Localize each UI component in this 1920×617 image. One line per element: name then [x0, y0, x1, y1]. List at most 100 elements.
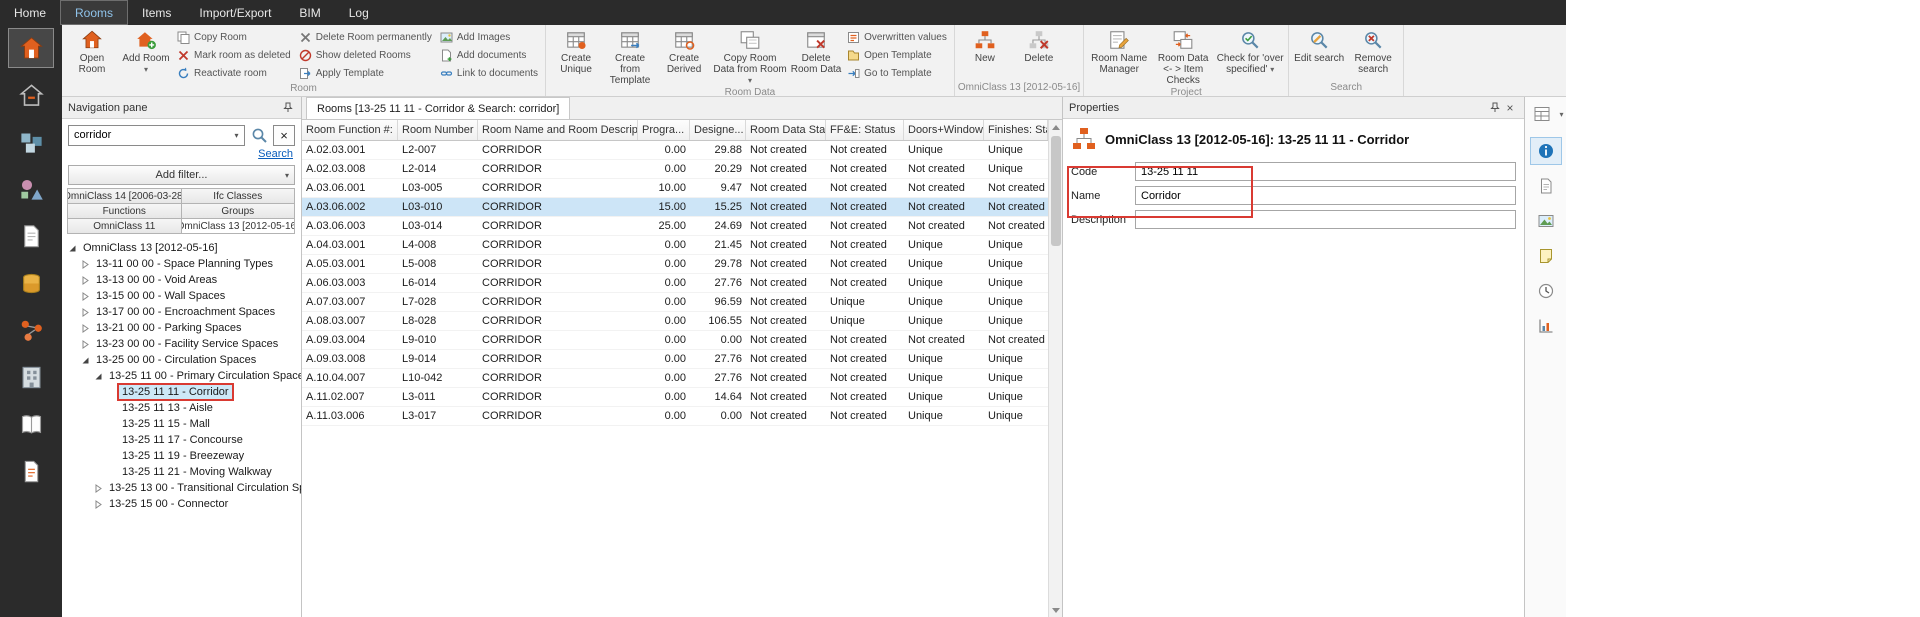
column-header[interactable]: FF&E: Status: [826, 120, 904, 140]
column-header[interactable]: Room Data Stat...: [746, 120, 826, 140]
room-name-manager-button[interactable]: Room Name Manager: [1087, 26, 1151, 80]
open-room-button[interactable]: Open Room: [65, 26, 119, 80]
tree-item[interactable]: 13-25 11 21 - Moving Walkway: [62, 464, 301, 480]
menu-tab[interactable]: Home: [0, 0, 60, 25]
catalog-module-icon[interactable]: [8, 404, 54, 444]
table-row[interactable]: A.02.03.008 L2-014 CORRIDOR 0.00 20.29 N…: [302, 160, 1048, 179]
create-derived-button[interactable]: Create Derived: [657, 26, 711, 80]
scroll-up-button[interactable]: [1049, 120, 1063, 134]
show-deleted-rooms-button[interactable]: Show deleted Rooms: [295, 46, 436, 64]
copy-room-button[interactable]: Copy Room: [173, 28, 295, 46]
tree-item[interactable]: 13-25 11 00 - Primary Circulation Spaces: [62, 368, 301, 384]
tree-item[interactable]: 13-21 00 00 - Parking Spaces: [62, 320, 301, 336]
tree-item[interactable]: 13-17 00 00 - Encroachment Spaces: [62, 304, 301, 320]
table-row[interactable]: A.04.03.001 L4-008 CORRIDOR 0.00 21.45 N…: [302, 236, 1048, 255]
delete-room-permanently-button[interactable]: Delete Room permanently: [295, 28, 436, 46]
pin-icon[interactable]: [279, 100, 295, 116]
add-room-button[interactable]: Add Room ▾: [119, 26, 173, 80]
classification-tab[interactable]: Groups: [181, 203, 296, 219]
items-module-icon[interactable]: [8, 122, 54, 162]
reactivate-room-button[interactable]: Reactivate room: [173, 64, 295, 82]
table-row[interactable]: A.11.03.006 L3-017 CORRIDOR 0.00 0.00 No…: [302, 407, 1048, 426]
check-over-specified-button[interactable]: Check for 'over specified' ▾: [1215, 26, 1285, 80]
open-rooms-icon[interactable]: [8, 75, 54, 115]
menu-tab[interactable]: Items: [128, 0, 185, 25]
tree-item[interactable]: 13-13 00 00 - Void Areas: [62, 272, 301, 288]
classification-tab[interactable]: Functions: [67, 203, 182, 219]
add-images-button[interactable]: Add Images: [436, 28, 542, 46]
edit-search-button[interactable]: Edit search: [1292, 26, 1346, 80]
table-row[interactable]: A.03.06.001 L03-005 CORRIDOR 10.00 9.47 …: [302, 179, 1048, 198]
open-template-button[interactable]: Open Template: [843, 46, 951, 64]
images-tab-icon[interactable]: [1531, 208, 1561, 234]
column-header[interactable]: Doors+Window...: [904, 120, 984, 140]
pin-icon[interactable]: [1486, 100, 1502, 116]
workflow-module-icon[interactable]: [8, 310, 54, 350]
reports-module-icon[interactable]: [8, 451, 54, 491]
menu-tab[interactable]: Log: [335, 0, 383, 25]
dropdown-arrow-icon[interactable]: ▾: [1559, 110, 1563, 119]
new-classification-button[interactable]: New: [958, 26, 1012, 80]
table-row[interactable]: A.02.03.001 L2-007 CORRIDOR 0.00 29.88 N…: [302, 141, 1048, 160]
info-tab-icon[interactable]: [1531, 138, 1561, 164]
clear-search-button[interactable]: ×: [273, 125, 295, 146]
run-search-button[interactable]: [248, 124, 270, 146]
rooms-document-tab[interactable]: Rooms [13-25 11 11 - Corridor & Search: …: [306, 97, 570, 119]
go-to-template-button[interactable]: Go to Template: [843, 64, 951, 82]
column-header[interactable]: Room Function #:: [302, 120, 398, 140]
table-row[interactable]: A.10.04.007 L10-042 CORRIDOR 0.00 27.76 …: [302, 369, 1048, 388]
menu-tab[interactable]: Import/Export: [185, 0, 285, 25]
name-field[interactable]: [1135, 186, 1516, 205]
scroll-down-button[interactable]: [1049, 603, 1063, 617]
rooms-module-icon[interactable]: [8, 28, 54, 68]
finance-module-icon[interactable]: [8, 263, 54, 303]
tree-item[interactable]: 13-25 15 00 - Connector: [62, 496, 301, 512]
layout-grid-icon[interactable]: [1527, 101, 1557, 127]
tree-item[interactable]: 13-23 00 00 - Facility Service Spaces: [62, 336, 301, 352]
code-field[interactable]: [1135, 162, 1516, 181]
table-row[interactable]: A.03.06.002 L03-010 CORRIDOR 15.00 15.25…: [302, 198, 1048, 217]
table-row[interactable]: A.09.03.008 L9-014 CORRIDOR 0.00 27.76 N…: [302, 350, 1048, 369]
statistics-tab-icon[interactable]: [1531, 313, 1561, 339]
tree-item[interactable]: 13-25 00 00 - Circulation Spaces: [62, 352, 301, 368]
table-row[interactable]: A.07.03.007 L7-028 CORRIDOR 0.00 96.59 N…: [302, 293, 1048, 312]
documents-module-icon[interactable]: [8, 216, 54, 256]
notes-tab-icon[interactable]: [1531, 243, 1561, 269]
search-input[interactable]: [68, 125, 245, 146]
building-module-icon[interactable]: [8, 357, 54, 397]
tree-item[interactable]: 13-25 11 17 - Concourse: [62, 432, 301, 448]
search-link[interactable]: Search: [258, 148, 293, 160]
tree-item[interactable]: 13-25 13 00 - Transitional Circulation S…: [62, 480, 301, 496]
column-header[interactable]: Progra...: [638, 120, 690, 140]
systems-module-icon[interactable]: [8, 169, 54, 209]
table-row[interactable]: A.09.03.004 L9-010 CORRIDOR 0.00 0.00 No…: [302, 331, 1048, 350]
vertical-scrollbar[interactable]: [1048, 120, 1062, 617]
room-data-item-checks-button[interactable]: Room Data <- > Item Checks: [1151, 26, 1215, 86]
create-from-template-button[interactable]: Create from Template: [603, 26, 657, 86]
link-to-documents-button[interactable]: Link to documents: [436, 64, 542, 82]
menu-tab[interactable]: BIM: [285, 0, 334, 25]
classification-tab[interactable]: OmniClass 11: [67, 218, 182, 234]
mark-room-deleted-button[interactable]: Mark room as deleted: [173, 46, 295, 64]
table-row[interactable]: A.08.03.007 L8-028 CORRIDOR 0.00 106.55 …: [302, 312, 1048, 331]
tree-item[interactable]: 13-25 11 15 - Mall: [62, 416, 301, 432]
copy-room-data-from-room-button[interactable]: Copy Room Data from Room ▾: [711, 26, 789, 86]
delete-classification-button[interactable]: Delete: [1012, 26, 1066, 80]
tree-item[interactable]: 13-11 00 00 - Space Planning Types: [62, 256, 301, 272]
close-icon[interactable]: ×: [1502, 100, 1518, 116]
table-row[interactable]: A.03.06.003 L03-014 CORRIDOR 25.00 24.69…: [302, 217, 1048, 236]
tree-item[interactable]: 13-25 11 13 - Aisle: [62, 400, 301, 416]
delete-room-data-button[interactable]: Delete Room Data: [789, 26, 843, 80]
table-row[interactable]: A.11.02.007 L3-011 CORRIDOR 0.00 14.64 N…: [302, 388, 1048, 407]
table-row[interactable]: A.06.03.003 L6-014 CORRIDOR 0.00 27.76 N…: [302, 274, 1048, 293]
description-field[interactable]: [1135, 210, 1516, 229]
create-unique-button[interactable]: Create Unique: [549, 26, 603, 80]
history-tab-icon[interactable]: [1531, 278, 1561, 304]
classification-tab[interactable]: OmniClass 13 [2012-05-16]: [181, 218, 296, 234]
column-header[interactable]: Designe...: [690, 120, 746, 140]
menu-tab[interactable]: Rooms: [60, 0, 128, 25]
column-header[interactable]: Room Name and Room Description: [478, 120, 638, 140]
scrollbar-thumb[interactable]: [1051, 136, 1061, 246]
classification-tab[interactable]: Ifc Classes: [181, 188, 296, 204]
tree-item[interactable]: 13-25 11 19 - Breezeway: [62, 448, 301, 464]
